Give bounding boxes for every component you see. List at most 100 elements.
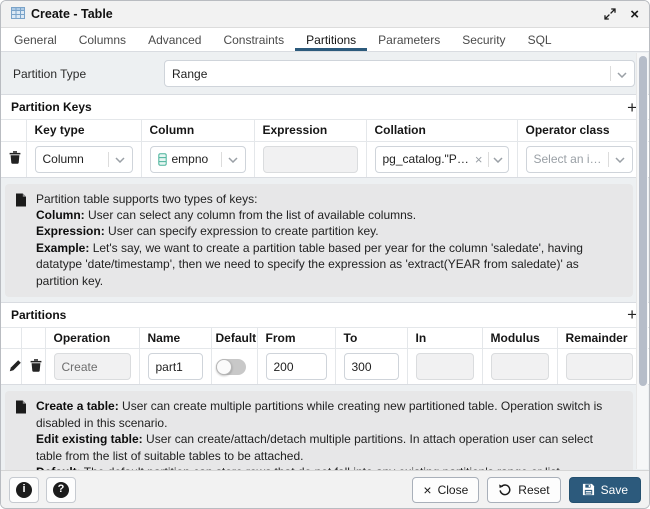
reset-button-label: Reset [518, 483, 549, 497]
partition-keys-header-row: Key type Column Expression Collation Ope… [1, 120, 649, 141]
remainder-input[interactable] [566, 353, 634, 380]
scrollbar-thumb[interactable] [639, 56, 647, 386]
info-line: Example: Let's say, we want to create a … [36, 240, 621, 289]
close-icon[interactable]: × [630, 7, 639, 22]
partitions-header-row: Operation Name Default From To In Modulu… [1, 328, 649, 349]
column-icon [158, 153, 167, 166]
tab-columns[interactable]: Columns [68, 28, 137, 51]
col-header-to: To [335, 328, 407, 349]
partition-keys-info-text: Partition table supports two types of ke… [36, 191, 621, 289]
titlebar: Create - Table × [1, 1, 649, 28]
partitions-grid: Operation Name Default From To In Modulu… [1, 328, 649, 385]
chevron-down-icon [115, 152, 125, 166]
close-button[interactable]: × Close [412, 477, 479, 503]
table-icon [11, 7, 25, 22]
info-line: Edit existing table: User can create/att… [36, 431, 621, 464]
col-header-operation: Operation [45, 328, 139, 349]
info-line: Default: The default partition can store… [36, 464, 621, 470]
dialog-title: Create - Table [31, 7, 113, 21]
partition-key-row: Column [1, 141, 649, 177]
partitions-info: Create a table: User can create multiple… [5, 391, 633, 470]
column-select[interactable]: empno [150, 146, 246, 173]
partition-keys-panel: Partition Keys + Key type Column Express… [1, 94, 649, 178]
key-type-value: Column [43, 152, 84, 166]
column-value: empno [172, 152, 209, 166]
create-table-dialog: Create - Table × General Columns Advance… [0, 0, 650, 509]
info-icon: i [16, 482, 32, 498]
tab-sql[interactable]: SQL [517, 28, 563, 51]
col-header-expression: Expression [254, 120, 366, 141]
partition-keys-info: Partition table supports two types of ke… [5, 184, 633, 297]
operation-input[interactable] [54, 353, 131, 380]
partition-row [1, 349, 649, 385]
col-header-modulus: Modulus [482, 328, 557, 349]
in-input[interactable] [416, 353, 474, 380]
save-icon [582, 483, 595, 496]
tab-bar: General Columns Advanced Constraints Par… [1, 28, 649, 52]
tab-general[interactable]: General [3, 28, 68, 51]
question-icon: ? [53, 482, 69, 498]
chevron-down-icon [228, 152, 238, 166]
save-button[interactable]: Save [569, 477, 641, 503]
delete-row-icon[interactable] [9, 153, 21, 167]
reset-button[interactable]: Reset [487, 477, 560, 503]
from-input[interactable] [266, 353, 327, 380]
operator-class-placeholder: Select an item... [534, 152, 603, 166]
partitions-title: Partitions [11, 308, 66, 322]
info-line: Partition table supports two types of ke… [36, 191, 621, 207]
chevron-down-icon [615, 152, 625, 166]
partition-type-value: Range [172, 67, 207, 81]
col-header-column: Column [141, 120, 254, 141]
tab-parameters[interactable]: Parameters [367, 28, 451, 51]
info-line: Create a table: User can create multiple… [36, 398, 621, 431]
default-toggle[interactable] [216, 359, 246, 375]
partition-type-select[interactable]: Range [164, 60, 635, 87]
dialog-help-button[interactable]: ? [46, 477, 76, 503]
clear-collation-icon[interactable]: × [475, 153, 483, 166]
partition-keys-title: Partition Keys [11, 100, 92, 114]
key-type-select[interactable]: Column [35, 146, 133, 173]
col-header-key-type: Key type [26, 120, 141, 141]
expression-input[interactable] [263, 146, 358, 173]
col-header-operator-class: Operator class [517, 120, 649, 141]
tab-partitions[interactable]: Partitions [295, 28, 367, 51]
document-icon [15, 191, 28, 289]
collation-select[interactable]: pg_catalog."POSIX" × [375, 146, 509, 173]
close-x-icon: × [423, 483, 431, 497]
partitions-panel: Partitions + Operation Name Default From… [1, 302, 649, 386]
close-button-label: Close [438, 483, 469, 497]
partition-keys-header: Partition Keys + [1, 95, 649, 120]
partition-name-input[interactable] [148, 353, 203, 380]
tab-constraints[interactable]: Constraints [212, 28, 295, 51]
save-button-label: Save [601, 483, 628, 497]
partitions-info-text: Create a table: User can create multiple… [36, 398, 621, 470]
col-header-in: In [407, 328, 482, 349]
footer: i ? × Close Reset [1, 470, 649, 508]
to-input[interactable] [344, 353, 399, 380]
sql-help-button[interactable]: i [9, 477, 39, 503]
info-line: Column: User can select any column from … [36, 207, 621, 223]
expand-icon[interactable] [604, 8, 616, 20]
col-header-collation: Collation [366, 120, 517, 141]
vertical-scrollbar[interactable] [636, 53, 648, 469]
chevron-down-icon [493, 152, 503, 166]
col-header-from: From [257, 328, 335, 349]
tab-advanced[interactable]: Advanced [137, 28, 212, 51]
collation-value: pg_catalog."POSIX" [383, 152, 469, 166]
partition-type-row: Partition Type Range [1, 52, 649, 94]
delete-row-icon[interactable] [30, 361, 42, 375]
partition-keys-grid: Key type Column Expression Collation Ope… [1, 120, 649, 177]
document-icon [15, 398, 28, 470]
operator-class-select[interactable]: Select an item... [526, 146, 634, 173]
col-header-default: Default [211, 328, 257, 349]
chevron-down-icon [617, 67, 627, 81]
edit-row-icon[interactable] [9, 361, 21, 375]
partitions-header: Partitions + [1, 303, 649, 328]
col-header-name: Name [139, 328, 211, 349]
modulus-input[interactable] [491, 353, 549, 380]
info-line: Expression: User can specify expression … [36, 223, 621, 239]
partition-type-label: Partition Type [13, 67, 164, 81]
reset-icon [498, 483, 512, 497]
partitions-tab-content: Partition Type Range Partition Keys + [1, 52, 649, 470]
tab-security[interactable]: Security [451, 28, 516, 51]
